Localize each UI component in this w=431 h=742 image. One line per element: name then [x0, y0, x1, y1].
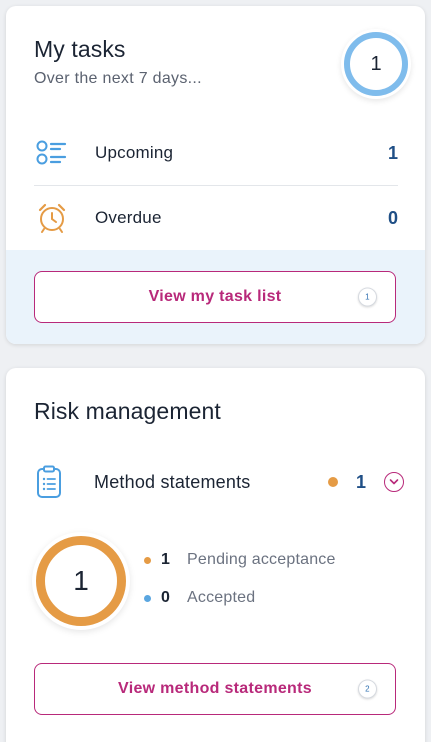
upcoming-label: Upcoming	[95, 143, 174, 162]
accepted-label: Accepted	[187, 589, 256, 606]
accepted-stat: 0 Accepted	[144, 586, 255, 610]
pending-status-dot	[327, 477, 338, 487]
tasks-total-ring: 1	[344, 32, 408, 96]
my-tasks-subtitle: Over the next 7 days...	[34, 70, 202, 87]
upcoming-count: 1	[387, 142, 398, 163]
risk-management-card: Risk management Method statements 1 1 1 …	[6, 368, 425, 742]
overdue-label: Overdue	[95, 208, 162, 227]
method-statements-row[interactable]: Method statements 1	[34, 460, 404, 504]
accepted-count: 0	[161, 589, 170, 606]
chevron-down-icon[interactable]	[384, 472, 404, 492]
my-tasks-title: My tasks	[34, 36, 126, 62]
list-icon	[34, 135, 70, 171]
view-method-statements-button[interactable]: View method statements 2	[34, 663, 396, 715]
upcoming-row[interactable]: Upcoming 1	[34, 121, 398, 185]
pending-label: Pending acceptance	[187, 551, 336, 568]
overdue-count: 0	[387, 207, 398, 228]
task-list-footer: View my task list 1	[6, 250, 425, 344]
accepted-dot	[144, 594, 151, 602]
risk-management-title: Risk management	[34, 398, 221, 424]
my-tasks-card: My tasks Over the next 7 days... 1 Upcom…	[6, 6, 425, 344]
method-statements-total-ring: 1	[36, 536, 126, 626]
method-statements-label: Method statements	[94, 471, 251, 492]
pending-acceptance-stat: 1 Pending acceptance	[144, 548, 336, 572]
clipboard-icon	[34, 465, 64, 499]
method-statements-badge: 2	[358, 679, 377, 699]
pending-dot	[144, 556, 151, 564]
alarm-clock-icon	[34, 200, 70, 236]
method-statements-count: 1	[355, 471, 366, 492]
view-task-list-button[interactable]: View my task list 1	[34, 271, 396, 323]
overdue-row[interactable]: Overdue 0	[34, 186, 398, 250]
view-task-list-label: View my task list	[148, 288, 282, 305]
pending-count: 1	[161, 551, 170, 568]
task-list-badge: 1	[358, 287, 377, 307]
view-method-statements-label: View method statements	[118, 680, 312, 697]
